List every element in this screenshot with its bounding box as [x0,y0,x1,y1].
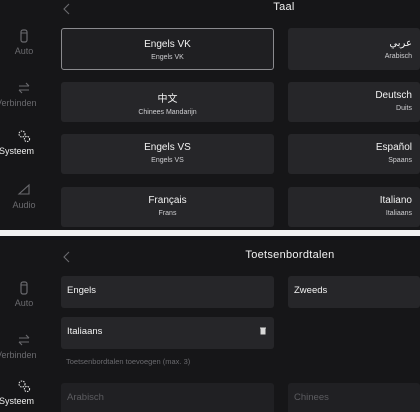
header: Taal [48,0,420,20]
trash-icon[interactable] [260,327,266,335]
page-title: Toetsenbordtalen [245,249,335,261]
keyboard-language-zweeds[interactable]: Zweeds [288,276,420,308]
keyboard-language-italiaans[interactable]: Italiaans [61,317,274,349]
connect-arrows-icon [18,82,30,94]
language-tile-chinees[interactable]: 中文 Chinees Mandarijn [61,82,274,122]
language-tile-spaans[interactable]: Español Spaans [288,134,420,174]
sidebar: Auto Verbinden Systeem [0,236,48,412]
language-tile-frans[interactable]: Français Frans [61,187,274,227]
language-sub: Arabisch [384,53,412,60]
available-language-chinees[interactable]: Chinees [288,383,420,412]
sidebar-label: Audio [12,200,36,210]
settings-gears-icon [18,130,31,143]
language-name: عربي [389,38,412,49]
phone-icon [20,29,28,43]
sidebar-item-systeem[interactable]: Systeem [0,378,48,406]
sidebar-item-verbinden[interactable]: Verbinden [0,80,48,108]
language-sub: Frans [158,210,177,217]
keyboard-language-engels[interactable]: Engels [61,276,274,308]
language-name: 中文 [157,94,178,105]
sidebar-label: Auto [14,46,34,56]
keyboard-languages-screen: Auto Verbinden Systeem Toetsenbordtalen … [0,236,420,412]
language-sub: Italiaans [385,210,412,217]
language-sub: Chinees Mandarijn [138,109,197,116]
sidebar-label: Systeem [0,396,35,406]
available-language-arabisch[interactable]: Arabisch [61,383,274,412]
settings-gears-icon [18,380,31,393]
language-name: Français [148,195,187,206]
sidebar-item-auto[interactable]: Auto [0,28,48,56]
language-name: Español [375,142,412,153]
sidebar-label: Systeem [0,146,35,156]
sidebar-item-audio[interactable]: Audio [0,182,48,210]
sidebar-item-systeem[interactable]: Systeem [0,128,48,156]
language-tile-italiaans[interactable]: Italiano Italiaans [288,187,420,227]
available-language-label: Arabisch [67,392,104,403]
sidebar-label: Verbinden [0,98,37,108]
sidebar-item-verbinden[interactable]: Verbinden [0,332,48,360]
language-sub: Duits [396,105,412,112]
language-tile-duits[interactable]: Deutsch Duits [288,82,420,122]
language-sub: Engels VK [151,54,184,61]
header: Toetsenbordtalen [48,248,420,268]
language-name: Engels VK [144,39,191,50]
sidebar: Auto Verbinden Systeem Audio [0,0,48,230]
speaker-icon [17,183,30,195]
available-language-label: Chinees [294,392,329,403]
language-tile-engels-vk[interactable]: Engels VK Engels VK [61,28,274,70]
sidebar-label: Verbinden [0,350,37,360]
language-tile-engels-vs[interactable]: Engels VS Engels VS [61,134,274,174]
language-sub: Spaans [388,157,412,164]
language-screen: Auto Verbinden Systeem Audio Taal Engels… [0,0,420,230]
keyboard-language-label: Zweeds [294,285,328,296]
keyboard-language-label: Engels [67,285,97,296]
language-name: Deutsch [375,90,412,101]
sidebar-item-auto[interactable]: Auto [0,280,48,308]
add-keyboard-hint: Toetsenbordtalen toevoegen (max. 3) [66,357,191,366]
language-name: Italiano [379,195,412,206]
language-name: Engels VS [144,142,191,153]
phone-icon [20,281,28,295]
connect-arrows-icon [18,334,30,346]
sidebar-label: Auto [14,298,34,308]
language-tile-arabisch[interactable]: عربي Arabisch [288,28,420,70]
keyboard-language-label: Italiaans [67,326,103,337]
language-sub: Engels VS [151,157,184,164]
page-title: Taal [273,1,295,13]
